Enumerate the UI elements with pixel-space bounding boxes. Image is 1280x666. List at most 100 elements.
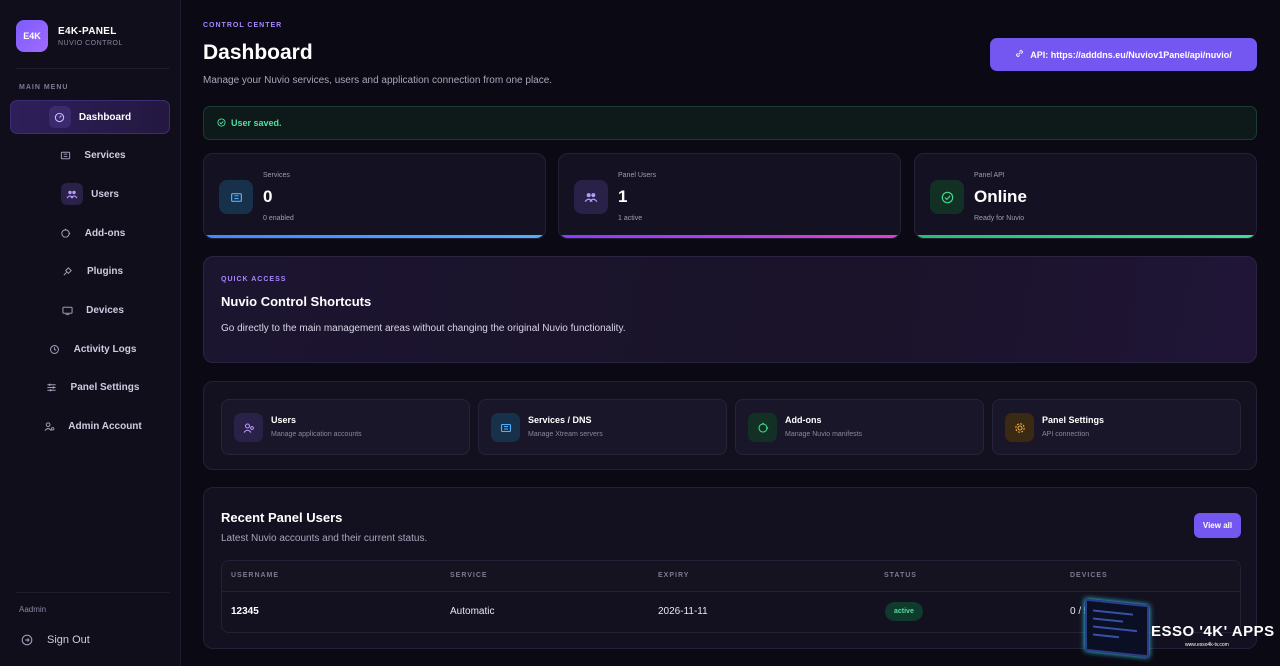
stat-value: 0 [263,187,273,206]
server-icon [219,180,253,214]
stat-accent-bar [559,235,900,238]
shortcut-sub: API connection [1042,431,1090,438]
history-icon [44,338,66,360]
main-content: CONTROL CENTER Dashboard Manage your Nuv… [181,0,1280,666]
quick-eyebrow: QUICK ACCESS [221,276,287,283]
stat-label: Services [263,172,290,179]
column-header-devices[interactable]: DEVICES [1070,572,1108,579]
recent-description: Latest Nuvio accounts and their current … [221,533,428,544]
success-alert: User saved. [203,106,1257,140]
brand[interactable]: E4K E4K-PANEL NUVIO CONTROL [16,20,123,52]
main-menu: Dashboard Services Users Add-ons Plugins [10,100,170,448]
sign-out-label: Sign Out [47,634,90,646]
watermark-url: www.esso4k-tv.com [1185,642,1229,648]
sidebar-item-panel-settings[interactable]: Panel Settings [10,371,170,405]
shortcut-sub: Manage application accounts [271,431,362,438]
shortcut-services-dns[interactable]: Services / DNS Manage Xtream servers [478,399,727,455]
shortcut-sub: Manage Xtream servers [528,431,603,438]
logout-icon [19,632,35,648]
sidebar-item-label: Services [84,150,126,162]
stat-sub: 1 active [618,215,643,222]
stat-accent-bar [204,235,545,238]
gauge-icon [48,106,71,128]
shortcut-users[interactable]: Users Manage application accounts [221,399,470,455]
users-icon [61,183,84,206]
sidebar-item-label: Activity Logs [73,343,137,355]
quick-title: Nuvio Control Shortcuts [221,294,372,309]
cell-service: Automatic [450,606,495,617]
table-header: USERNAME SERVICE EXPIRY STATUS DEVICES [222,561,1240,592]
monitor-icon [1085,598,1149,658]
sliders-icon [41,377,63,399]
sidebar-item-dashboard[interactable]: Dashboard [10,100,170,134]
sidebar-item-devices[interactable]: Devices [10,293,170,327]
cell-expiry: 2026-11-11 [658,606,708,617]
sidebar-item-label: Users [91,188,119,200]
server-icon [491,413,520,442]
users-icon [574,180,608,214]
sidebar-item-label: Devices [86,304,124,316]
page-eyebrow: CONTROL CENTER [203,22,283,29]
sign-out-button[interactable]: Sign Out [19,632,90,648]
link-icon [1015,49,1024,60]
stat-card-panel-api: Panel API Online Ready for Nuvio [914,153,1257,239]
stat-value: 1 [618,187,628,206]
stat-value: Online [974,187,1027,206]
stat-accent-bar [915,235,1256,238]
gear-icon [1005,413,1034,442]
monitor-icon [56,299,78,321]
menu-label: MAIN MENU [19,84,69,91]
sidebar-item-admin-account[interactable]: Admin Account [10,410,170,444]
page-description: Manage your Nuvio services, users and ap… [203,75,553,86]
server-icon [54,145,76,167]
shortcut-title: Add-ons [785,415,822,425]
current-user: Aadmin [19,605,47,614]
sidebar-item-label: Plugins [86,266,124,278]
brand-subtitle: NUVIO CONTROL [58,39,123,47]
shortcut-title: Panel Settings [1042,415,1105,425]
page-title: Dashboard [203,41,313,64]
recent-title: Recent Panel Users [221,510,343,525]
status-badge: active [885,602,923,621]
column-header-username[interactable]: USERNAME [231,572,279,579]
cell-username: 12345 [231,606,259,617]
column-header-expiry[interactable]: EXPIRY [658,572,689,579]
sidebar: E4K E4K-PANEL NUVIO CONTROL MAIN MENU Da… [0,0,181,666]
sidebar-item-plugins[interactable]: Plugins [10,255,170,289]
shortcut-panel-settings[interactable]: Panel Settings API connection [992,399,1241,455]
user-cog-icon [38,416,60,438]
brand-logo: E4K [16,20,48,52]
shortcut-add-ons[interactable]: Add-ons Manage Nuvio manifests [735,399,984,455]
check-circle-icon [217,117,226,129]
plug-icon [57,261,79,283]
quick-description: Go directly to the main management areas… [221,323,626,334]
column-header-status[interactable]: STATUS [884,572,917,579]
stat-label: Panel Users [618,172,657,179]
puzzle-icon [748,413,777,442]
quick-access-panel: QUICK ACCESS Nuvio Control Shortcuts Go … [203,256,1257,363]
stat-sub: Ready for Nuvio [974,215,1025,222]
puzzle-icon [55,222,77,244]
sidebar-divider [16,592,170,593]
shortcut-sub: Manage Nuvio manifests [785,431,863,438]
stat-card-panel-users: Panel Users 1 1 active [558,153,901,239]
watermark-logo: ESSO '4K' APPS www.esso4k-tv.com [1085,598,1280,666]
shortcut-title: Users [271,415,297,425]
sidebar-item-activity-logs[interactable]: Activity Logs [10,332,170,366]
check-circle-icon [930,180,964,214]
sidebar-item-label: Add-ons [84,227,126,239]
stat-card-services: Services 0 0 enabled [203,153,546,239]
sidebar-item-users[interactable]: Users [10,177,170,211]
api-url-label: API: https://adddns.eu/Nuviov1Panel/api/… [1030,49,1232,60]
alert-message: User saved. [231,118,282,128]
users-icon [234,413,263,442]
sidebar-item-services[interactable]: Services [10,139,170,173]
brand-name: E4K-PANEL [58,25,117,37]
view-all-button[interactable]: View all [1194,513,1241,538]
column-header-service[interactable]: SERVICE [450,572,488,579]
stat-label: Panel API [974,172,1005,179]
shortcuts-panel: Users Manage application accounts Servic… [203,381,1257,470]
api-url-button[interactable]: API: https://adddns.eu/Nuviov1Panel/api/… [990,38,1257,71]
watermark-text: ESSO '4K' APPS [1151,623,1275,640]
sidebar-item-add-ons[interactable]: Add-ons [10,216,170,250]
